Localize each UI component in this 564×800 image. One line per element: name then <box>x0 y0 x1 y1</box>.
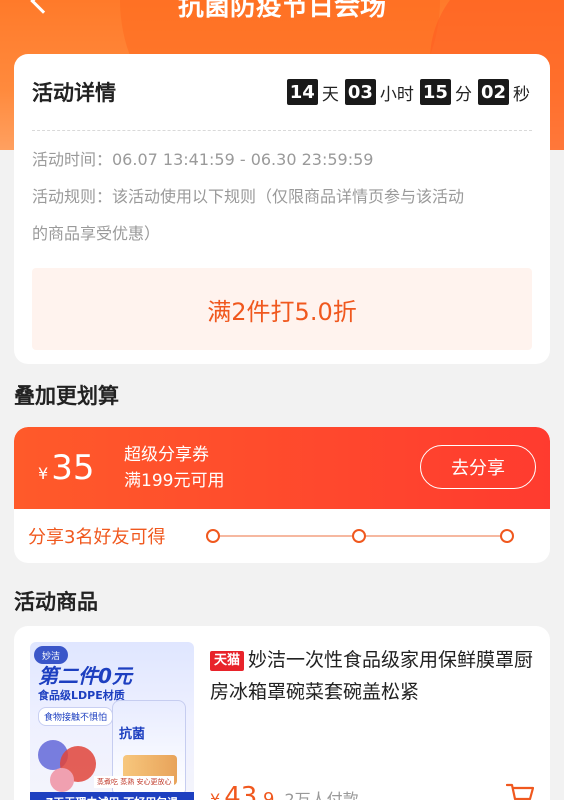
products-section-title: 活动商品 <box>14 590 98 614</box>
product-image-pill: 食物接触不惧怕 <box>38 707 114 726</box>
countdown-days-unit: 天 <box>321 84 339 105</box>
tmall-badge: 天猫 <box>210 651 245 671</box>
price-currency: ¥ <box>210 790 221 800</box>
coupon-amount: ¥ 35 <box>38 448 124 488</box>
coupon-currency: ¥ <box>38 464 49 483</box>
activity-detail-header: 活动详情 14 天 03 小时 15 分 02 秒 <box>32 54 532 130</box>
divider <box>32 130 532 131</box>
fruit-graphic <box>50 768 74 792</box>
coupon-condition: 满199元可用 <box>124 471 225 491</box>
progress-step-1 <box>206 529 220 543</box>
product-title: 妙洁一次性食品级家用保鲜膜罩厨房冰箱罩碗菜套碗盖松紧 <box>210 649 534 703</box>
countdown-timer: 14 天 03 小时 15 分 02 秒 <box>286 79 532 105</box>
price-row: ¥ 43 .9 2万人付款 <box>210 782 359 800</box>
cart-icon[interactable] <box>506 782 534 800</box>
product-image-note: 蒸煮吃 蒸熟 安心更放心 <box>94 776 175 788</box>
countdown-hours: 03 <box>344 79 376 105</box>
activity-rule-line2: 的商品享受优惠） <box>32 224 161 243</box>
stack-section-title: 叠加更划算 <box>14 384 119 408</box>
promo-text: 满2件打5.0折 <box>207 297 357 326</box>
countdown-seconds-unit: 秒 <box>513 84 530 105</box>
progress-step-3 <box>500 529 514 543</box>
activity-detail-card: 活动详情 14 天 03 小时 15 分 02 秒 活动时间：06.07 13:… <box>14 54 550 364</box>
activity-time: 活动时间：06.07 13:41:59 - 06.30 23:59:59 <box>32 150 374 169</box>
page-title: 抗菌防疫节日会场 <box>177 0 386 22</box>
product-info: 天猫 妙洁一次性食品级家用保鲜膜罩厨房冰箱罩碗菜套碗盖松紧 <box>210 644 536 708</box>
countdown-days: 14 <box>286 79 318 105</box>
coupon-value: 35 <box>51 448 95 488</box>
countdown-seconds: 02 <box>477 79 509 105</box>
product-package-label: 抗菌 <box>119 727 146 742</box>
price-integer: 43 <box>224 782 258 800</box>
price-decimal: .9 <box>257 789 275 800</box>
progress-step-2 <box>352 529 366 543</box>
promo-banner: 满2件打5.0折 <box>32 268 532 350</box>
share-button[interactable]: 去分享 <box>420 445 536 489</box>
share-progress-row: 分享3名好友可得 <box>14 509 550 563</box>
countdown-minutes: 15 <box>419 79 451 105</box>
share-requirement: 分享3名好友可得 <box>28 527 166 548</box>
coupon-text-group: 超级分享券 满199元可用 <box>124 442 224 494</box>
activity-detail-title: 活动详情 <box>32 81 116 105</box>
product-image-headline: 第二件0元 <box>38 664 132 688</box>
product-card[interactable]: 妙洁 第二件0元 食品级LDPE材质 食物接触不惧怕 抗菌 蒸煮吃 蒸熟 安心更… <box>14 626 550 800</box>
countdown-hours-unit: 小时 <box>379 84 414 105</box>
coupon-name: 超级分享券 <box>124 445 209 465</box>
product-title-block[interactable]: 天猫 妙洁一次性食品级家用保鲜膜罩厨房冰箱罩碗菜套碗盖松紧 <box>210 644 536 708</box>
coupon-banner: ¥ 35 超级分享券 满199元可用 去分享 <box>14 427 550 509</box>
product-image-footer: 7天无理由试用 不好用包退 <box>30 792 194 800</box>
sold-count: 2万人付款 <box>284 790 359 800</box>
product-image[interactable]: 妙洁 第二件0元 食品级LDPE材质 食物接触不惧怕 抗菌 蒸煮吃 蒸熟 安心更… <box>30 642 194 800</box>
coupon-card: ¥ 35 超级分享券 满199元可用 去分享 分享3名好友可得 <box>14 427 550 563</box>
countdown-minutes-unit: 分 <box>454 84 472 105</box>
share-progress <box>206 526 516 546</box>
product-image-sub: 食品级LDPE材质 <box>38 689 125 702</box>
activity-rule-line1: 活动规则：该活动使用以下规则（仅限商品详情页参与该活动 <box>32 187 465 206</box>
